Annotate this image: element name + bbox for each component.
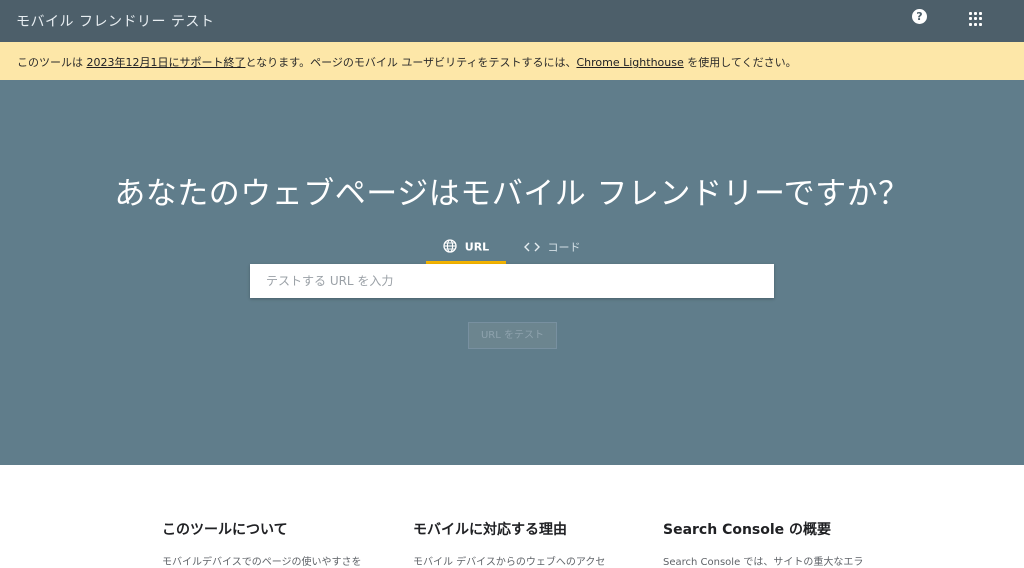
apps-dot <box>979 17 982 21</box>
notice-prefix: このツールは <box>17 56 87 69</box>
end-of-support-date-link[interactable]: 2023年12月1日にサポート終了 <box>87 56 246 69</box>
tab-code[interactable]: コード <box>512 238 592 264</box>
info-column-title: モバイルに対応する理由 <box>413 522 567 538</box>
url-input[interactable] <box>250 264 774 298</box>
test-url-button[interactable]: URL をテスト <box>468 322 557 349</box>
apps-dot <box>969 17 972 21</box>
apps-dot <box>974 12 977 15</box>
tab-url-content: URL <box>426 239 506 256</box>
apps-dot <box>969 22 972 26</box>
info-column-text: Search Console では、サイトの重大なエラ <box>663 557 864 568</box>
hero-heading: あなたのウェブページはモバイル フレンドリーですか？ <box>114 176 910 212</box>
code-icon <box>523 241 540 256</box>
notice-text: このツールは 2023年12月1日にサポート終了となります。ページのモバイル ユ… <box>17 54 797 70</box>
help-icon[interactable]: ? <box>912 9 927 24</box>
hero-section: あなたのウェブページはモバイル フレンドリーですか？ URL コード テストする… <box>0 80 1024 465</box>
globe-icon <box>443 239 457 256</box>
tab-code-label: コード <box>547 241 581 254</box>
tab-code-content: コード <box>512 239 592 256</box>
app-title: モバイル フレンドリー テスト <box>16 14 215 30</box>
deprecation-notice-banner: このツールは 2023年12月1日にサポート終了となります。ページのモバイル ユ… <box>0 42 1024 81</box>
info-column-title: このツールについて <box>162 522 288 538</box>
info-column-search-console: Search Console の概要 Search Console では、サイト… <box>663 519 903 568</box>
apps-dot <box>974 22 977 26</box>
apps-grid-icon[interactable] <box>969 12 983 26</box>
info-column-title: Search Console の概要 <box>663 522 832 538</box>
apps-dot <box>969 12 972 15</box>
info-section: このツールについて モバイルデバイスでのページの使いやすさを モバイルに対応する… <box>0 465 1024 568</box>
tab-url-label: URL <box>464 240 490 254</box>
tab-url[interactable]: URL <box>426 238 506 264</box>
info-column-text: モバイル デバイスからのウェブへのアクセ <box>413 557 606 568</box>
notice-suffix: を使用してください。 <box>683 56 797 69</box>
info-column-why-mobile: モバイルに対応する理由 モバイル デバイスからのウェブへのアクセ <box>413 519 653 568</box>
info-column-about: このツールについて モバイルデバイスでのページの使いやすさを <box>162 519 402 568</box>
top-app-bar: モバイル フレンドリー テスト ? <box>0 0 1024 42</box>
apps-dot <box>974 17 977 21</box>
notice-middle: となります。ページのモバイル ユーザビリティをテストするには、 <box>245 56 577 69</box>
chrome-lighthouse-link[interactable]: Chrome Lighthouse <box>576 56 683 69</box>
apps-dot <box>979 12 982 15</box>
info-column-text: モバイルデバイスでのページの使いやすさを <box>162 557 362 568</box>
apps-dot <box>979 22 982 26</box>
